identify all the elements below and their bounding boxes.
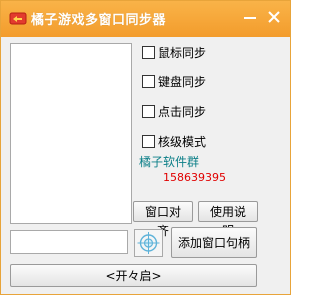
start-button[interactable]: <开々启> [10,264,257,287]
add-window-handle-button[interactable]: 添加窗口句柄 [171,227,257,258]
close-icon[interactable] [266,9,282,25]
checkbox-box[interactable] [142,74,155,88]
click-sync-checkbox[interactable]: 点击同步 [142,103,206,119]
keyboard-sync-checkbox[interactable]: 键盘同步 [142,73,206,89]
target-picker-button[interactable] [134,229,163,257]
click-sync-label: 点击同步 [158,104,207,119]
core-mode-label: 核级模式 [158,134,207,149]
app-logo-icon [9,12,27,25]
group-name: 橘子软件群 [139,155,200,169]
window-title: 橘子游戏多窗口同步器 [31,13,167,28]
main-window: 橘子游戏多窗口同步器 鼠标同步 键盘同步 点击同步 核级模式 橘子软件群 158… [0,0,291,295]
core-mode-checkbox[interactable]: 核级模式 [142,133,206,149]
minimize-icon[interactable] [242,9,258,25]
window-handle-input[interactable] [10,230,128,254]
keyboard-sync-label: 键盘同步 [158,74,207,89]
crosshair-icon [137,232,160,254]
title-bar[interactable]: 橘子游戏多窗口同步器 [1,1,290,37]
group-number: 158639395 [163,171,226,184]
instructions-button[interactable]: 使用说明 [198,201,258,238]
checkbox-box[interactable] [142,45,155,59]
checkbox-box[interactable] [142,134,155,148]
window-list[interactable] [10,43,132,224]
mouse-sync-label: 鼠标同步 [158,45,207,60]
checkbox-box[interactable] [142,104,155,118]
mouse-sync-checkbox[interactable]: 鼠标同步 [142,44,206,60]
align-windows-button[interactable]: 窗口对齐 [133,201,193,238]
